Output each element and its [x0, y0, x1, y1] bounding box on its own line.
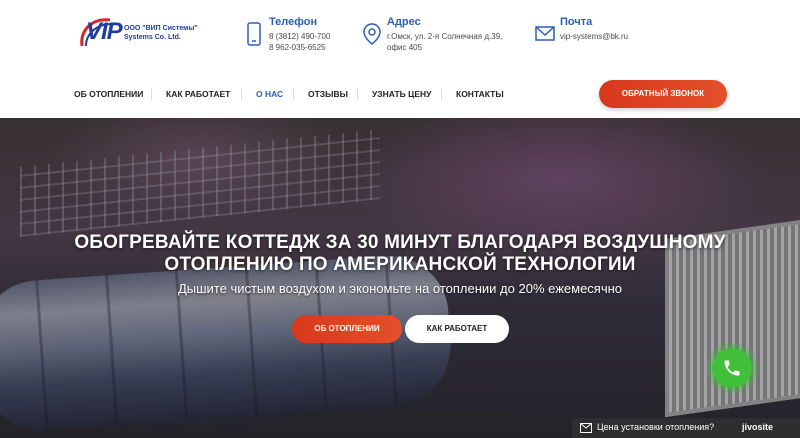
contact-phone-title: Телефон — [269, 16, 318, 28]
phone-number-2[interactable]: 8 962-035-6525 — [269, 43, 326, 52]
site-header: VIP ООО "ВИП Системы" Systems Co. Ltd. Т… — [0, 0, 800, 72]
nav-item-how-it-works[interactable]: КАК РАБОТАЕТ — [166, 89, 230, 99]
contact-email-title: Почта — [560, 16, 593, 28]
hero-overlay — [0, 118, 800, 438]
logo-company-name: ООО "ВИП Системы" — [124, 25, 198, 32]
hero-title-line-2: ОТОПЛЕНИЮ ПО АМЕРИКАНСКОЙ ТЕХНОЛОГИИ — [164, 254, 636, 275]
callback-button[interactable]: ОБРАТНЫЙ ЗВОНОК — [599, 80, 727, 108]
contact-address-title: Адрес — [387, 16, 421, 28]
hero-title: ОБОГРЕВАЙТЕ КОТТЕДЖ ЗА 30 МИНУТ БЛАГОДАР… — [0, 232, 800, 276]
nav-item-get-price[interactable]: УЗНАТЬ ЦЕНУ — [372, 89, 431, 99]
chat-widget[interactable]: Цена установки отопления? jivosite — [572, 418, 800, 438]
chat-prompt: Цена установки отопления? — [597, 422, 715, 432]
address-line-2: офис 405 — [387, 43, 423, 52]
map-pin-icon — [363, 23, 381, 45]
nav-item-reviews[interactable]: ОТЗЫВЫ — [308, 89, 348, 99]
nav-divider — [441, 88, 442, 100]
hero-title-line-1: ОБОГРЕВАЙТЕ КОТТЕДЖ ЗА 30 МИНУТ БЛАГОДАР… — [74, 232, 726, 253]
hero-section: ОБОГРЕВАЙТЕ КОТТЕДЖ ЗА 30 МИНУТ БЛАГОДАР… — [0, 118, 800, 438]
chat-brand: jivosite — [742, 422, 774, 432]
envelope-icon — [580, 423, 592, 433]
nav-divider — [151, 88, 152, 100]
smartphone-icon — [247, 22, 261, 46]
company-logo[interactable]: VIP ООО "ВИП Системы" Systems Co. Ltd. — [78, 16, 198, 50]
email-address[interactable]: vip-systems@bk.ru — [560, 32, 628, 41]
logo-company-suffix: Systems Co. Ltd. — [124, 34, 181, 41]
phone-icon — [724, 360, 740, 376]
how-it-works-button[interactable]: КАК РАБОТАЕТ — [405, 315, 509, 343]
hero-subtitle: Дышите чистым воздухом и экономьте на от… — [177, 281, 623, 296]
nav-divider — [293, 88, 294, 100]
nav-item-heating[interactable]: ОБ ОТОПЛЕНИИ — [74, 89, 143, 99]
about-heating-button[interactable]: ОБ ОТОПЛЕНИИ — [292, 315, 402, 343]
phone-number-1[interactable]: 8 (3812) 490-700 — [269, 32, 330, 41]
nav-item-contacts[interactable]: КОНТАКТЫ — [456, 89, 504, 99]
nav-divider — [357, 88, 358, 100]
address-line-1: г.Омск, ул. 2-я Солнечная д.39, — [387, 32, 503, 41]
envelope-icon — [535, 26, 555, 41]
logo-brand: VIP — [86, 18, 123, 45]
nav-divider — [241, 88, 242, 100]
nav-item-about[interactable]: О НАС — [256, 89, 283, 99]
call-button[interactable] — [712, 348, 752, 388]
